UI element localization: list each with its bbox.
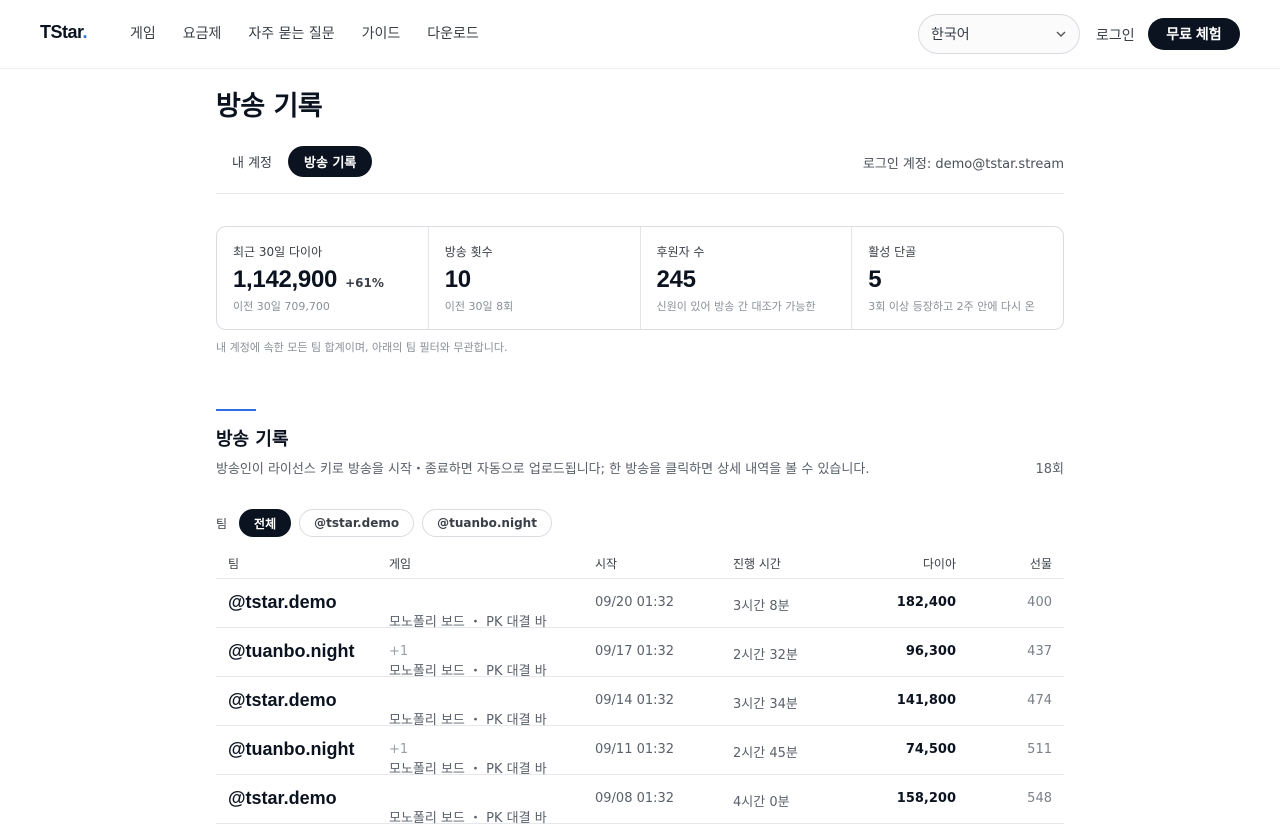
table-row[interactable]: @tuanbo.night 모노폴리 보드 ・ PK 대결 바 +1 09/17… <box>216 628 1064 679</box>
row-diamonds: 141,800 <box>896 693 956 708</box>
filter-chip-tstar-demo[interactable]: @tstar.demo <box>299 509 415 537</box>
filter-label: 팀 <box>216 516 228 531</box>
stat-note: 신원이 있어 방송 간 대조가 가능한 <box>656 300 816 313</box>
table-row[interactable]: @tstar.demo 모노폴리 보드 ・ PK 대결 바 09/20 01:3… <box>216 579 1064 630</box>
stats-panel: 최근 30일 다이아 1,142,900 +61% 이전 30일 709,700… <box>216 226 1064 330</box>
divider <box>216 193 1064 194</box>
stat-label: 후원자 수 <box>656 245 705 259</box>
main-nav: 게임 요금제 자주 묻는 질문 가이드 다운로드 <box>130 24 506 44</box>
language-select[interactable]: 한국어 <box>918 14 1080 54</box>
row-start: 09/08 01:32 <box>595 791 675 806</box>
section-description: 방송인이 라이선스 키로 방송을 시작・종료하면 자동으로 업로드됩니다; 한 … <box>216 462 870 477</box>
table-header: 팀 게임 시작 진행 시간 다이아 선물 <box>216 546 1064 579</box>
column-header-game[interactable]: 게임 <box>389 555 411 572</box>
stat-value: 10 <box>444 266 471 293</box>
row-team: @tstar.demo <box>228 788 337 808</box>
nav-item-guide[interactable]: 가이드 <box>362 24 401 44</box>
broadcast-table: 팀 게임 시작 진행 시간 다이아 선물 @tstar.demo 모노폴리 보드… <box>216 546 1064 826</box>
free-trial-button[interactable]: 무료 체험 <box>1148 18 1240 50</box>
filter-chip-all[interactable]: 전체 <box>239 509 292 537</box>
column-header-gifts[interactable]: 선물 <box>1030 555 1052 572</box>
row-duration: 2시간 32분 <box>733 648 798 663</box>
stat-value: 5 <box>868 266 882 293</box>
stat-label: 최근 30일 다이아 <box>233 245 323 259</box>
language-selected-value: 한국어 <box>931 27 970 43</box>
top-navigation-bar: TStar. 게임 요금제 자주 묻는 질문 가이드 다운로드 한국어 로그인 … <box>0 0 1280 69</box>
row-gifts: 474 <box>1027 693 1052 708</box>
row-game: 모노폴리 보드 ・ PK 대결 바 +1 <box>389 644 547 679</box>
team-filter: 팀 전체 @tstar.demo @tuanbo.night <box>216 509 560 537</box>
stats-footnote: 내 계정에 속한 모든 팀 합계이며, 아래의 팀 필터와 무관합니다. <box>216 341 508 354</box>
filter-chip-tuanbo-night[interactable]: @tuanbo.night <box>422 509 552 537</box>
table-row[interactable]: @tuanbo.night 모노폴리 보드 ・ PK 대결 바 +1 09/11… <box>216 726 1064 777</box>
row-gifts: 400 <box>1027 595 1052 610</box>
row-team: @tuanbo.night <box>228 641 355 661</box>
stat-card-supporters: 후원자 수 245 신원이 있어 방송 간 대조가 가능한 <box>641 227 853 329</box>
page-title: 방송 기록 <box>216 91 323 122</box>
row-start: 09/14 01:32 <box>595 693 675 708</box>
stat-value: 245 <box>656 266 696 293</box>
stat-label: 방송 횟수 <box>444 245 493 259</box>
column-header-duration[interactable]: 진행 시간 <box>733 555 781 572</box>
section-title: 방송 기록 <box>216 429 289 450</box>
stat-value: 1,142,900 <box>233 266 338 293</box>
stat-note: 3회 이상 등장하고 2주 안에 다시 온 <box>868 300 1035 313</box>
row-team: @tuanbo.night <box>228 739 355 759</box>
nav-item-pricing[interactable]: 요금제 <box>183 24 222 44</box>
column-header-start[interactable]: 시작 <box>595 555 617 572</box>
column-header-team[interactable]: 팀 <box>228 555 239 572</box>
row-gifts: 437 <box>1027 644 1052 659</box>
row-team: @tstar.demo <box>228 592 337 612</box>
row-start: 09/20 01:32 <box>595 595 675 610</box>
row-game: 모노폴리 보드 ・ PK 대결 바 +1 <box>389 742 547 777</box>
login-link[interactable]: 로그인 <box>1096 25 1135 45</box>
stat-card-diamonds: 최근 30일 다이아 1,142,900 +61% 이전 30일 709,700 <box>217 227 429 329</box>
tab-my-account[interactable]: 내 계정 <box>216 146 288 177</box>
column-header-diamonds[interactable]: 다이아 <box>923 555 956 572</box>
stat-card-broadcasts: 방송 횟수 10 이전 30일 8회 <box>429 227 641 329</box>
row-duration: 3시간 8분 <box>733 599 790 614</box>
row-start: 09/11 01:32 <box>595 742 675 757</box>
row-duration: 2시간 45분 <box>733 746 798 761</box>
chevron-down-icon <box>1056 31 1066 37</box>
row-duration: 3시간 34분 <box>733 697 798 712</box>
stat-label: 활성 단골 <box>868 245 917 259</box>
row-diamonds: 158,200 <box>896 791 956 806</box>
table-row[interactable]: @tstar.demo 모노폴리 보드 ・ PK 대결 바 09/14 01:3… <box>216 677 1064 728</box>
nav-item-download[interactable]: 다운로드 <box>427 24 479 44</box>
stat-delta: +61% <box>345 276 384 290</box>
stat-card-regulars: 활성 단골 5 3회 이상 등장하고 2주 안에 다시 온 <box>852 227 1063 329</box>
row-diamonds: 182,400 <box>896 595 956 610</box>
row-team: @tstar.demo <box>228 690 337 710</box>
row-diamonds: 96,300 <box>905 644 956 659</box>
broadcast-count: 18회 <box>1035 462 1064 477</box>
row-duration: 4시간 0분 <box>733 795 790 810</box>
row-gifts: 548 <box>1027 791 1052 806</box>
tstar-logo[interactable]: TStar. <box>40 22 87 43</box>
logged-in-account: 로그인 계정: demo@tstar.stream <box>862 157 1064 172</box>
tab-broadcast-history[interactable]: 방송 기록 <box>288 146 373 177</box>
stat-note: 이전 30일 709,700 <box>233 300 330 313</box>
account-subtabs: 내 계정 방송 기록 <box>216 146 373 177</box>
nav-item-games[interactable]: 게임 <box>130 24 156 44</box>
row-start: 09/17 01:32 <box>595 644 675 659</box>
row-gifts: 511 <box>1027 742 1052 757</box>
nav-item-faq[interactable]: 자주 묻는 질문 <box>248 24 334 44</box>
row-diamonds: 74,500 <box>905 742 956 757</box>
stat-note: 이전 30일 8회 <box>444 300 514 313</box>
section-accent-bar <box>216 409 256 411</box>
